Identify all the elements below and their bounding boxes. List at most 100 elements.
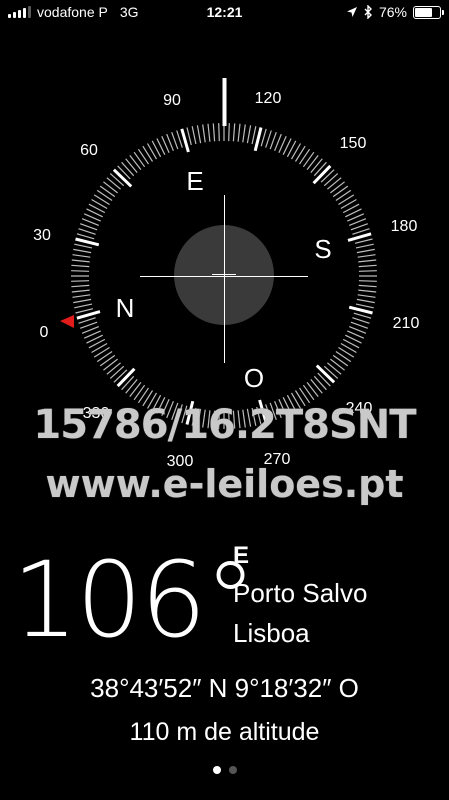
minor-tick (71, 259, 90, 263)
minor-tick (202, 124, 206, 143)
bluetooth-icon (364, 5, 372, 19)
minor-tick (350, 321, 369, 329)
minor-tick (207, 123, 211, 142)
minor-tick (358, 270, 377, 272)
location-region: Lisboa (233, 618, 310, 648)
minor-tick (96, 351, 113, 363)
minor-tick (237, 123, 241, 142)
coordinates: 38°43′52″ N 9°18′32″ O (90, 673, 359, 703)
minor-tick (129, 382, 142, 397)
major-tick (347, 232, 372, 242)
minor-tick (125, 379, 138, 394)
minor-tick (106, 177, 121, 190)
minor-tick (73, 298, 92, 304)
page-dot-active[interactable] (212, 766, 221, 774)
altitude: 110 m de altitude (129, 718, 320, 746)
minor-tick (302, 151, 315, 168)
major-tick (348, 305, 373, 315)
major-tick (75, 237, 100, 247)
minor-tick (212, 123, 216, 142)
minor-tick (71, 280, 90, 282)
minor-tick (356, 248, 375, 254)
minor-tick (242, 124, 246, 143)
minor-tick (99, 354, 116, 367)
watermark-url: www.e-leiloes.pt (45, 462, 404, 506)
cardinal-north: N (116, 293, 135, 323)
minor-tick (332, 185, 349, 198)
minor-tick (353, 312, 372, 319)
minor-tick (79, 321, 98, 329)
minor-tick (106, 362, 121, 375)
degree-label-0: 0 (40, 324, 49, 341)
minor-tick (269, 131, 277, 150)
heading-value: 106° (12, 539, 257, 661)
degree-label-210: 210 (393, 315, 420, 332)
minor-tick (265, 130, 272, 148)
minor-tick (72, 254, 91, 258)
minor-tick (357, 294, 376, 298)
minor-tick (350, 223, 369, 231)
minor-tick (71, 270, 90, 272)
minor-tick (125, 158, 138, 173)
page-indicator[interactable] (0, 766, 449, 774)
heading-direction: E (233, 542, 250, 569)
minor-tick (218, 123, 220, 142)
minor-tick (356, 298, 375, 304)
minor-tick (71, 289, 90, 293)
minor-tick (358, 289, 377, 293)
location-locality: Porto Salvo (233, 578, 368, 608)
minor-tick (327, 177, 342, 190)
battery-icon (413, 5, 444, 19)
minor-tick (355, 303, 374, 309)
degree-label-30: 30 (33, 227, 51, 244)
minor-tick (357, 254, 376, 258)
minor-tick (358, 280, 377, 282)
minor-tick (232, 123, 236, 142)
minor-tick (74, 303, 93, 309)
minor-tick (133, 151, 146, 168)
minor-tick (71, 284, 90, 288)
minor-tick (76, 233, 95, 240)
major-tick (180, 128, 190, 153)
degree-label-180: 180 (391, 218, 418, 235)
minor-tick (335, 189, 352, 201)
minor-tick (73, 248, 92, 254)
minor-tick (330, 181, 345, 194)
minor-tick (358, 259, 377, 263)
heading-indicator-line (222, 78, 227, 126)
minor-tick (306, 382, 319, 397)
status-bar: vodafone P 3G 12:21 76% (0, 0, 449, 26)
minor-tick (103, 181, 118, 194)
major-tick (76, 310, 101, 320)
minor-tick (109, 365, 125, 379)
minor-tick (228, 123, 230, 142)
minor-tick (310, 379, 323, 394)
minor-tick (323, 173, 339, 187)
minor-tick (299, 148, 311, 165)
degree-label-150: 150 (340, 135, 367, 152)
minor-tick (137, 387, 149, 404)
minor-tick (79, 223, 98, 231)
minor-tick (358, 264, 377, 268)
minor-tick (129, 155, 142, 170)
minor-tick (306, 155, 319, 170)
minor-tick (251, 126, 257, 145)
minor-tick (121, 161, 135, 177)
page-dot-inactive[interactable] (228, 766, 237, 774)
minor-tick (332, 354, 349, 367)
minor-tick (171, 131, 179, 150)
minor-tick (191, 126, 197, 145)
minor-tick (186, 127, 192, 146)
major-tick (253, 127, 263, 152)
minor-tick (103, 358, 118, 371)
degree-label-90: 90 (163, 92, 181, 109)
minor-tick (355, 243, 374, 249)
cardinal-east: E (186, 166, 203, 196)
minor-tick (71, 264, 90, 268)
minor-tick (96, 189, 113, 201)
minor-tick (330, 358, 345, 371)
target-marker (60, 315, 74, 328)
minor-tick (75, 308, 94, 314)
watermark-reference: 15786/16.2T8SNT (33, 402, 416, 448)
cardinal-south: S (314, 234, 331, 264)
